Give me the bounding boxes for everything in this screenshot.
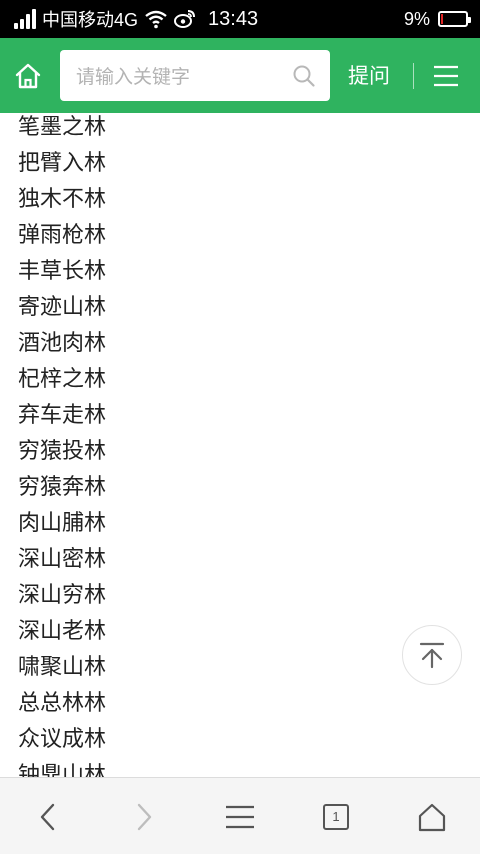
idiom-item[interactable]: 深山穷林 (18, 578, 106, 614)
idiom-item[interactable]: 丰草长林 (18, 254, 106, 290)
idiom-item[interactable]: 寄迹山林 (18, 290, 106, 326)
forward-button[interactable] (114, 778, 174, 855)
weibo-icon (174, 10, 196, 28)
battery-percent: 9% (403, 8, 430, 29)
browser-menu-button[interactable] (210, 778, 270, 855)
arrow-up-to-top-icon (419, 642, 445, 669)
idiom-item[interactable]: 总总林林 (18, 686, 106, 722)
idiom-item[interactable]: 弃车走林 (18, 398, 106, 434)
home-button[interactable] (10, 58, 46, 94)
carrier-label: 中国移动4G (42, 10, 139, 30)
idiom-item[interactable]: 酒池肉林 (18, 326, 106, 362)
idiom-item[interactable]: 穷猿投林 (18, 434, 106, 470)
status-bar: 中国移动4G 13:43 9% (0, 0, 480, 38)
ask-question-button[interactable]: 提问 (348, 58, 390, 94)
browser-toolbar: 1 (0, 777, 480, 854)
idiom-item[interactable]: 把臂入林 (18, 146, 106, 182)
battery-level (441, 14, 443, 24)
idiom-item[interactable]: 笔墨之林 (18, 113, 106, 146)
status-right: 9% (403, 0, 471, 38)
header-divider (413, 63, 414, 89)
tabs-button[interactable]: 1 (306, 778, 366, 855)
content-area[interactable]: 笔墨之林 把臂入林 独木不林 弹雨枪林 丰草长林 寄迹山林 酒池肉林 杞梓之林 … (0, 113, 480, 777)
idiom-item[interactable]: 深山老林 (18, 614, 106, 650)
menu-icon (226, 805, 254, 828)
browser-home-button[interactable] (402, 778, 462, 855)
home-icon (15, 63, 41, 89)
idiom-item[interactable]: 弹雨枪林 (18, 218, 106, 254)
idiom-item[interactable]: 啸聚山林 (18, 650, 106, 686)
signal-icon (14, 9, 36, 29)
idiom-item[interactable]: 独木不林 (18, 182, 106, 218)
idiom-list: 笔墨之林 把臂入林 独木不林 弹雨枪林 丰草长林 寄迹山林 酒池肉林 杞梓之林 … (18, 113, 106, 777)
idiom-item[interactable]: 杞梓之林 (18, 362, 106, 398)
tab-count-badge: 1 (323, 803, 349, 830)
idiom-item[interactable]: 钟鼎山林 (18, 758, 106, 777)
idiom-item[interactable]: 穷猿奔林 (18, 470, 106, 506)
back-button[interactable] (18, 778, 78, 855)
search-icon[interactable] (292, 64, 316, 88)
chevron-left-icon (40, 803, 55, 830)
idiom-item[interactable]: 深山密林 (18, 542, 106, 578)
search-input[interactable] (74, 50, 288, 103)
idiom-item[interactable]: 肉山脯林 (18, 506, 106, 542)
wifi-icon (145, 10, 167, 29)
top-header: 提问 (0, 38, 480, 113)
battery-icon (438, 11, 471, 27)
menu-icon[interactable] (432, 64, 460, 88)
status-left: 中国移动4G 13:43 (14, 0, 258, 38)
back-to-top-button[interactable] (402, 625, 462, 685)
home-icon (418, 803, 446, 831)
clock: 13:43 (208, 7, 259, 30)
search-box (60, 50, 330, 103)
chevron-right-icon (137, 803, 152, 830)
idiom-item[interactable]: 众议成林 (18, 722, 106, 758)
